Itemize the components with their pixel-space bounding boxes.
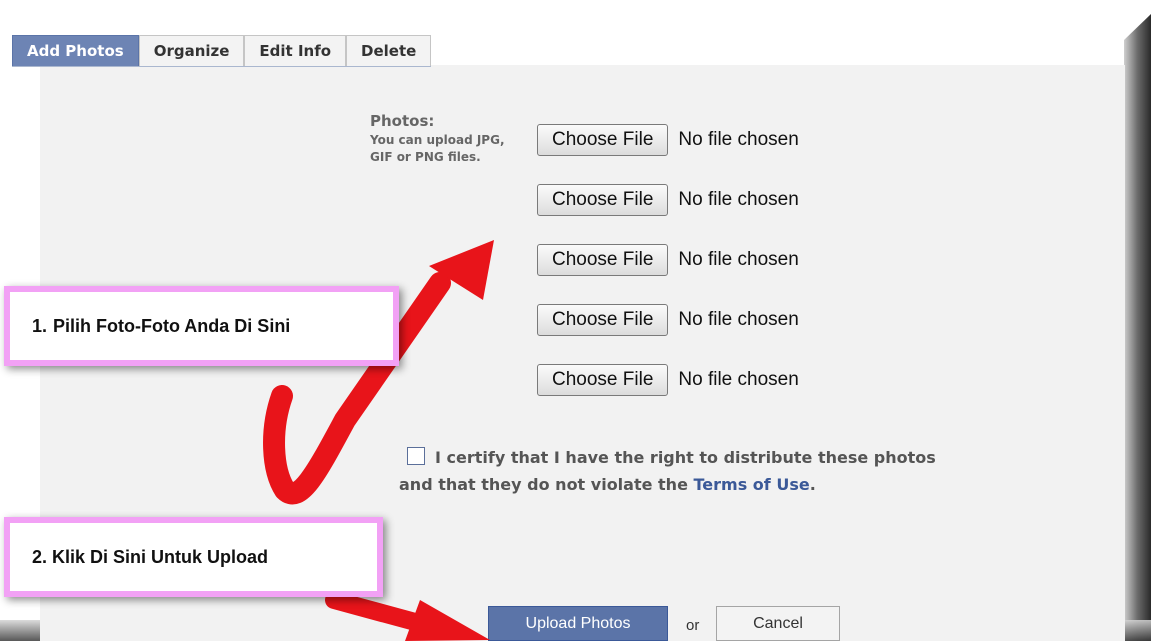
arrow-to-upload-icon xyxy=(325,591,490,641)
page: Add Photos Organize Edit Info Delete Pho… xyxy=(0,0,1151,641)
callout-step-1-number: 1. xyxy=(32,315,48,336)
callout-step-2: 2. Klik Di Sini Untuk Upload xyxy=(4,517,383,597)
callout-step-1-text: Pilih Foto-Foto Anda Di Sini xyxy=(53,315,291,336)
arrow-to-choose-file-icon xyxy=(263,240,494,505)
callout-step-2-text: 2. Klik Di Sini Untuk Upload xyxy=(32,546,269,567)
callout-step-1: 1. Pilih Foto-Foto Anda Di Sini xyxy=(4,286,399,366)
